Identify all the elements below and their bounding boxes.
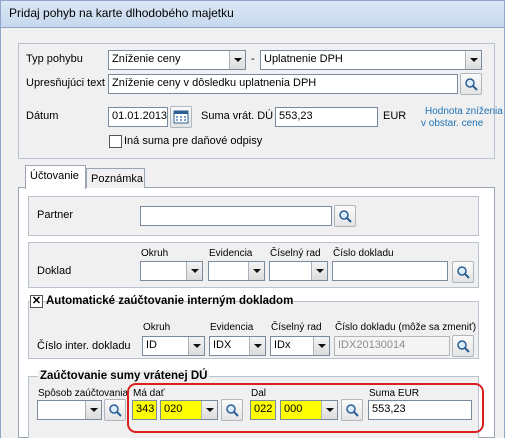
auto-checkbox[interactable]: ✕ bbox=[30, 295, 43, 308]
upresnujuci-label: Upresňujúci text bbox=[26, 77, 105, 89]
hodnota-link-line2[interactable]: v obstar. cene bbox=[421, 118, 483, 129]
window-title: Pridaj pohyb na karte dlhodobého majetku bbox=[9, 6, 234, 20]
tab-poznamka[interactable]: Poznámka bbox=[86, 168, 145, 188]
upresnujuci-input[interactable]: Zníženie ceny v dôsledku uplatnenia DPH bbox=[108, 74, 458, 94]
chevron-down-icon bbox=[188, 337, 204, 355]
doklad-rad-select[interactable] bbox=[269, 261, 328, 281]
chevron-down-icon bbox=[229, 51, 245, 69]
auto-rad-select[interactable]: IDx bbox=[270, 336, 330, 356]
subtype-select[interactable]: Uplatnenie DPH bbox=[260, 50, 482, 70]
auto-okruh-select[interactable]: ID bbox=[142, 336, 205, 356]
doklad-okruh-select[interactable] bbox=[140, 261, 203, 281]
search-icon[interactable] bbox=[460, 73, 482, 95]
auto-okruh-label: Okruh bbox=[143, 322, 171, 333]
cislo-dokladu-label: Číslo dokladu bbox=[333, 248, 394, 259]
typ-pohybu-label: Typ pohybu bbox=[26, 53, 83, 65]
chevron-down-icon bbox=[465, 51, 481, 69]
separator: - bbox=[251, 53, 255, 65]
typ-pohybu-select[interactable]: Zníženie ceny bbox=[108, 50, 246, 70]
suma-label: Suma vrát. DÚ bbox=[201, 110, 274, 122]
search-icon[interactable] bbox=[452, 261, 474, 283]
chevron-down-icon bbox=[249, 337, 265, 355]
auto-rad-label: Číselný rad bbox=[271, 322, 322, 333]
cislo-inter-label: Číslo inter. dokladu bbox=[37, 340, 131, 352]
doklad-evidencia-select[interactable] bbox=[208, 261, 265, 281]
calendar-icon[interactable] bbox=[170, 106, 192, 128]
doklad-cislo-input[interactable] bbox=[332, 261, 448, 281]
ciselny-rad-label: Číselný rad bbox=[270, 248, 321, 259]
auto-evidencia-label: Evidencia bbox=[210, 322, 254, 333]
chevron-down-icon bbox=[313, 337, 329, 355]
auto-evidencia-value: IDX bbox=[213, 339, 232, 351]
sposob-label: Spôsob zaúčtovania bbox=[38, 388, 129, 399]
chevron-down-icon bbox=[248, 262, 264, 280]
typ-pohybu-value: Zníženie ceny bbox=[112, 53, 181, 65]
chevron-down-icon bbox=[311, 262, 327, 280]
okruh-label: Okruh bbox=[141, 248, 169, 259]
search-icon[interactable] bbox=[104, 399, 126, 421]
ina-suma-checkbox[interactable] bbox=[109, 135, 122, 148]
datum-input[interactable]: 01.01.2013 bbox=[108, 107, 168, 127]
auto-label: Automatické zaúčtovanie interným doklado… bbox=[46, 295, 294, 307]
tab-uctovanie[interactable]: Účtovanie bbox=[25, 165, 86, 189]
evidencia-label: Evidencia bbox=[209, 248, 253, 259]
auto-okruh-value: ID bbox=[146, 339, 157, 351]
hodnota-link-line1[interactable]: Hodnota zníženia bbox=[425, 106, 503, 117]
partner-input[interactable] bbox=[140, 206, 332, 226]
suma-input[interactable]: 553,23 bbox=[275, 107, 378, 127]
ina-suma-label: Iná suma pre daňové odpisy bbox=[124, 135, 263, 147]
highlight-outline bbox=[127, 383, 484, 433]
doklad-label: Doklad bbox=[37, 265, 72, 277]
sposob-select[interactable] bbox=[37, 400, 102, 420]
auto-rad-value: IDx bbox=[274, 339, 291, 351]
search-icon[interactable] bbox=[334, 205, 356, 227]
auto-cislo-label: Číslo dokladu (môže sa zmeniť) bbox=[335, 322, 477, 333]
search-icon[interactable] bbox=[452, 335, 474, 357]
suma-title: Zaúčtovanie sumy vrátenej DÚ bbox=[38, 370, 210, 382]
datum-label: Dátum bbox=[26, 110, 59, 122]
chevron-down-icon bbox=[186, 262, 202, 280]
auto-cislo-input: IDX20130014 bbox=[334, 336, 450, 356]
chevron-down-icon bbox=[85, 401, 101, 419]
subtype-value: Uplatnenie DPH bbox=[264, 53, 343, 65]
currency-label: EUR bbox=[383, 110, 407, 122]
auto-evidencia-select[interactable]: IDX bbox=[209, 336, 266, 356]
partner-label: Partner bbox=[37, 209, 74, 221]
